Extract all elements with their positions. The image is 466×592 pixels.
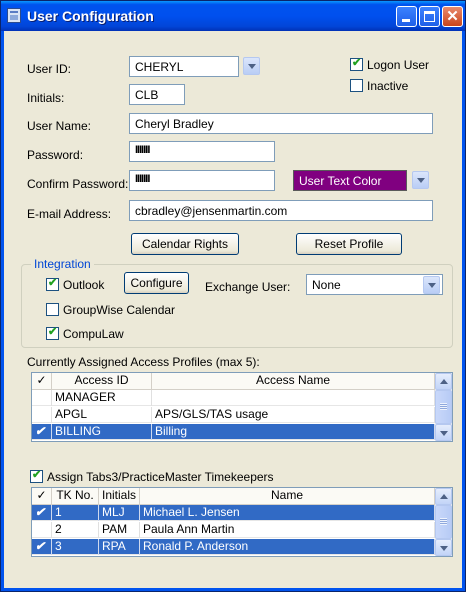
access-row-check[interactable] xyxy=(32,407,52,423)
access-profiles-label: Currently Assigned Access Profiles (max … xyxy=(27,355,260,369)
tk-row-name: Michael L. Jensen xyxy=(140,505,435,521)
window-title: User Configuration xyxy=(27,8,154,24)
initials-label: Initials: xyxy=(27,91,65,105)
compulaw-checkbox[interactable] xyxy=(46,325,59,340)
inactive-label: Inactive xyxy=(367,79,409,93)
minimize-icon xyxy=(402,19,410,22)
calendar-rights-button[interactable]: Calendar Rights xyxy=(131,233,239,255)
exchange-user-label: Exchange User: xyxy=(205,280,291,294)
reset-profile-button[interactable]: Reset Profile xyxy=(296,233,402,255)
email-field[interactable]: cbradley@jensenmartin.com xyxy=(129,200,433,221)
timekeepers-scrollbar[interactable] xyxy=(435,488,452,556)
compulaw-label: CompuLaw xyxy=(63,327,124,341)
tk-row-check[interactable]: ✔ xyxy=(32,505,52,521)
assign-timekeepers-label: Assign Tabs3/PracticeMaster Timekeepers xyxy=(47,470,274,484)
tk-row-number: 2 xyxy=(52,522,99,538)
user-name-label: User Name: xyxy=(27,119,92,133)
access-profile-row[interactable]: APGL APS/GLS/TAS usage xyxy=(32,407,435,423)
tk-row-initials: RPA xyxy=(99,539,140,555)
access-row-id: BILLING xyxy=(52,424,152,440)
scroll-down-button[interactable] xyxy=(435,539,452,556)
outlook-checkbox[interactable] xyxy=(46,276,59,291)
timekeepers-header: ✓ TK No. Initials Name xyxy=(32,488,435,505)
close-icon: ✕ xyxy=(446,8,459,25)
timekeeper-row[interactable]: ✔ 3 RPA Ronald P. Anderson xyxy=(32,539,435,555)
user-id-label: User ID: xyxy=(27,62,72,76)
initials-field[interactable]: CLB xyxy=(129,84,185,105)
password-field[interactable]: IIIIIII xyxy=(129,141,275,162)
maximize-button[interactable] xyxy=(419,6,440,27)
access-row-name: APS/GLS/TAS usage xyxy=(152,407,435,423)
close-button[interactable]: ✕ xyxy=(442,6,463,27)
timekeepers-grid: ✓ TK No. Initials Name ✔ 1 MLJ Michael L… xyxy=(31,487,453,557)
email-label: E-mail Address: xyxy=(27,207,112,221)
tk-row-name: Paula Ann Martin xyxy=(140,522,435,538)
scroll-thumb[interactable] xyxy=(435,390,452,424)
window-frame-right xyxy=(462,31,465,591)
access-id-column-header[interactable]: Access ID xyxy=(52,373,152,389)
tk-name-column-header[interactable]: Name xyxy=(140,488,435,504)
timekeeper-row[interactable]: ✔ 1 MLJ Michael L. Jensen xyxy=(32,505,435,521)
tk-check-column-header[interactable]: ✓ xyxy=(32,488,52,504)
user-configuration-window: User Configuration ✕ User ID: CHERYL Log… xyxy=(0,0,466,592)
scroll-thumb[interactable] xyxy=(435,505,452,539)
confirm-password-field[interactable]: IIIIIII xyxy=(129,170,275,191)
access-check-column-header[interactable]: ✓ xyxy=(32,373,52,389)
logon-user-label: Logon User xyxy=(367,58,430,72)
scroll-up-button[interactable] xyxy=(435,373,452,390)
access-profiles-header: ✓ Access ID Access Name xyxy=(32,373,435,390)
title-bar[interactable]: User Configuration ✕ xyxy=(1,1,465,31)
groupwise-checkbox[interactable] xyxy=(46,303,59,316)
user-text-color-dropdown-button[interactable] xyxy=(412,171,429,189)
confirm-password-label: Confirm Password: xyxy=(27,177,129,191)
assign-timekeepers-checkbox[interactable] xyxy=(30,468,43,483)
access-row-check[interactable]: ✔ xyxy=(32,424,52,440)
logon-user-checkbox[interactable] xyxy=(350,56,363,71)
user-text-color-combo[interactable]: User Text Color xyxy=(293,170,407,191)
app-icon xyxy=(7,8,21,23)
access-row-name xyxy=(152,390,435,406)
maximize-icon xyxy=(424,11,435,22)
tk-row-initials: PAM xyxy=(99,522,140,538)
minimize-button[interactable] xyxy=(396,6,417,27)
tk-row-check[interactable] xyxy=(32,522,52,538)
groupwise-label: GroupWise Calendar xyxy=(63,303,176,317)
tk-row-initials: MLJ xyxy=(99,505,140,521)
user-name-field[interactable]: Cheryl Bradley xyxy=(129,113,433,134)
timekeeper-row[interactable]: 2 PAM Paula Ann Martin xyxy=(32,522,435,538)
window-frame-bottom xyxy=(1,588,465,591)
scroll-down-button[interactable] xyxy=(435,424,452,441)
configure-button[interactable]: Configure xyxy=(124,272,189,294)
user-id-dropdown-button[interactable] xyxy=(243,57,260,75)
scroll-up-button[interactable] xyxy=(435,488,452,505)
access-row-name: Billing xyxy=(152,424,435,440)
password-label: Password: xyxy=(27,148,84,162)
access-profile-row[interactable]: ✔ BILLING Billing xyxy=(32,424,435,440)
access-row-check[interactable] xyxy=(32,390,52,406)
access-row-id: APGL xyxy=(52,407,152,423)
access-row-id: MANAGER xyxy=(52,390,152,406)
tk-row-number: 3 xyxy=(52,539,99,555)
exchange-user-dropdown-button[interactable] xyxy=(423,276,440,294)
access-profile-row[interactable]: MANAGER xyxy=(32,390,435,406)
inactive-checkbox[interactable] xyxy=(350,79,363,92)
tk-no-column-header[interactable]: TK No. xyxy=(52,488,99,504)
access-name-column-header[interactable]: Access Name xyxy=(152,373,435,389)
access-profiles-scrollbar[interactable] xyxy=(435,373,452,441)
user-id-combo[interactable]: CHERYL xyxy=(129,56,239,77)
tk-row-number: 1 xyxy=(52,505,99,521)
tk-initials-column-header[interactable]: Initials xyxy=(99,488,140,504)
tk-row-name: Ronald P. Anderson xyxy=(140,539,435,555)
integration-group-title: Integration xyxy=(31,257,94,271)
tk-row-check[interactable]: ✔ xyxy=(32,539,52,555)
outlook-label: Outlook xyxy=(63,278,105,292)
access-profiles-grid: ✓ Access ID Access Name MANAGER APGL APS… xyxy=(31,372,453,442)
window-frame-left xyxy=(1,31,4,591)
